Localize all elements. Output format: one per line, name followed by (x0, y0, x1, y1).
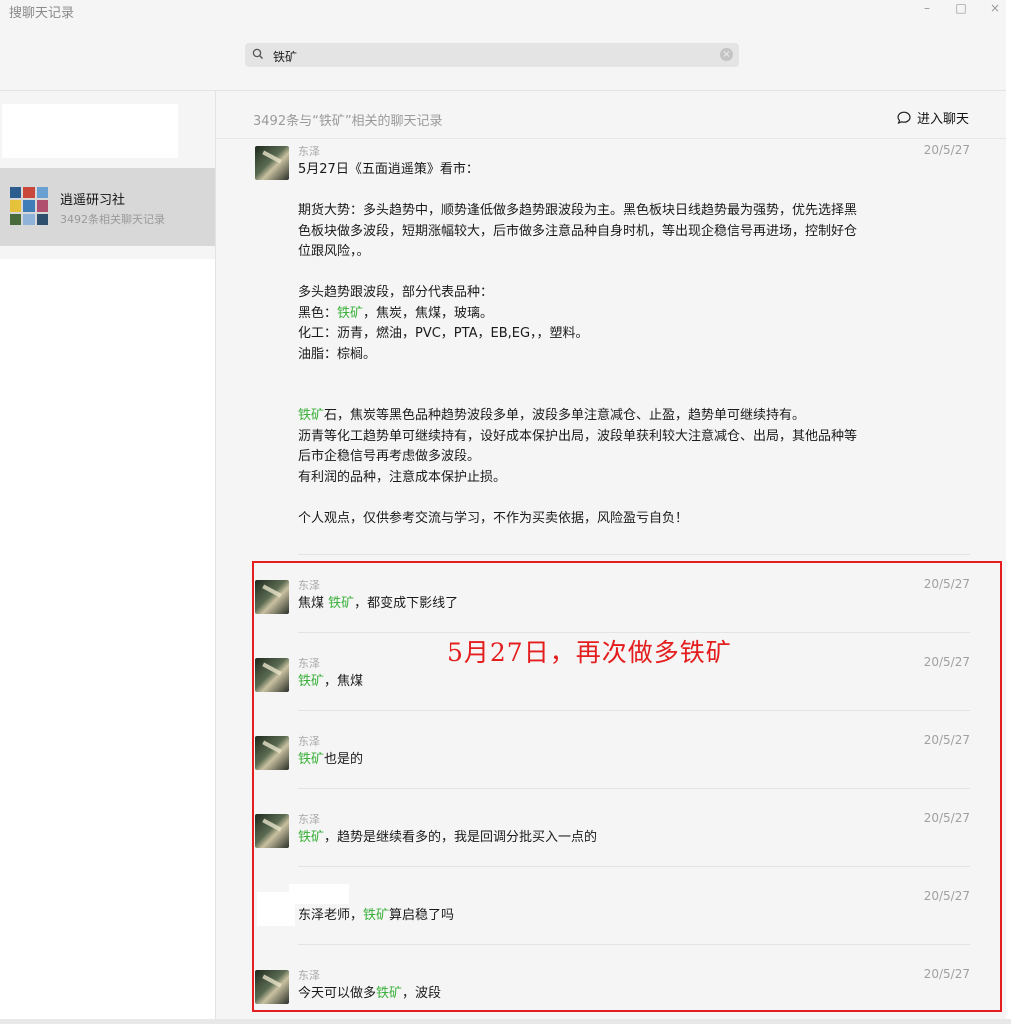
message-date: 20/5/27 (923, 889, 970, 903)
line-text: ，都变成下影线了 (354, 596, 459, 611)
message-item[interactable]: 东泽 20/5/27 今天可以做多铁矿，波段 (254, 967, 970, 1017)
message-line: 位跟风险，。 (298, 244, 370, 259)
sidebar-empty-area (0, 259, 215, 1024)
message-sender: 东泽 (298, 579, 320, 592)
divider (298, 710, 970, 711)
message-item[interactable]: 东泽 20/5/27 铁矿，趋势是继续看多的，我是回调分批买入一点的 (254, 811, 970, 861)
line-text: 算启稳了吗 (389, 908, 455, 923)
message-date: 20/5/27 (923, 577, 970, 591)
search-box[interactable]: × (245, 43, 739, 67)
message-text: 铁矿，趋势是继续看多的，我是回调分批买入一点的 (298, 828, 910, 849)
avatar (255, 736, 289, 770)
keyword-highlight: 铁矿 (337, 305, 364, 321)
group-name: 逍遥研习社 (60, 193, 126, 208)
keyword-highlight: 铁矿 (298, 830, 325, 845)
message-line: 5月27日《五面逍遥策》看市： (298, 162, 479, 177)
chat-bubble-icon (897, 111, 911, 124)
message-line: 有利润的品种，注意成本保护止损。 (298, 469, 507, 485)
line-text: 黑色： (298, 305, 338, 321)
message-date: 20/5/27 (923, 967, 970, 981)
message-line: 铁矿石，焦炭等黑色品种趋势波段多单，波段多单注意减仓、止盈，趋势单可继续持有。 (298, 406, 910, 427)
divider (298, 554, 970, 555)
enter-chat-button[interactable]: 进入聊天 (896, 108, 969, 127)
message-line: 色板块做多波段，短期涨幅较大，后市做多注意品种自身时机，等出现企稳信号再进场，控… (298, 223, 858, 239)
window-edge (1006, 0, 1011, 1024)
sidebar-item-group[interactable]: 逍遥研习社 3492条相关聊天记录 (0, 168, 215, 246)
maximize-button[interactable]: □ (953, 0, 969, 16)
message-text: 东泽老师，铁矿算启稳了吗 (298, 906, 910, 927)
divider (298, 866, 970, 867)
message-date: 20/5/27 (923, 655, 970, 669)
message-date: 20/5/27 (923, 811, 970, 825)
bottom-edge (0, 1019, 1011, 1024)
message-line: 后市企稳信号再考虑做多波段。 (298, 449, 481, 464)
message-sender: 东泽 (298, 657, 320, 670)
search-icon (252, 48, 263, 59)
message-sender: 东泽 (298, 813, 320, 826)
avatar (255, 970, 289, 1004)
group-avatar-icon (10, 187, 48, 225)
message-item[interactable]: 东泽 20/5/27 5月27日《五面逍遥策》看市： 期货大势：多头趋势中，顺势… (254, 143, 970, 538)
group-match-count: 3492条相关聊天记录 (60, 213, 165, 226)
keyword-highlight: 铁矿 (298, 674, 325, 689)
message-text: 铁矿，焦煤 (298, 672, 910, 693)
search-input[interactable] (271, 45, 715, 67)
redacted-area (2, 104, 178, 158)
message-item[interactable]: 东泽 20/5/27 铁矿也是的 (254, 733, 970, 783)
keyword-highlight: 铁矿 (328, 596, 355, 611)
message-sender: 东泽 (298, 145, 320, 158)
avatar (255, 580, 289, 614)
message-line: 多头趋势跟波段，部分代表品种： (298, 285, 494, 300)
results-panel: 3492条与“铁矿”相关的聊天记录 进入聊天 东泽 20/5/27 5月27日《… (216, 91, 1006, 1024)
title-bar: 搜聊天记录 – □ × × (0, 0, 1011, 91)
minimize-button[interactable]: – (919, 0, 935, 16)
message-text: 5月27日《五面逍遥策》看市： 期货大势：多头趋势中，顺势逢低做多趋势跟波段为主… (298, 160, 910, 529)
line-text: ，焦炭，焦煤，玻璃。 (363, 305, 494, 321)
keyword-highlight: 铁矿 (376, 986, 403, 1001)
enter-chat-label: 进入聊天 (916, 112, 969, 127)
results-count: 3492条与“铁矿”相关的聊天记录 (253, 114, 443, 129)
message-line: 化工：沥青，燃油，PVC，PTA，EB,EG，，塑料。 (298, 326, 589, 341)
divider (298, 944, 970, 945)
message-line: 期货大势：多头趋势中，顺势逢低做多趋势跟波段为主。黑色板块日线趋势最为强势，优先… (298, 203, 858, 218)
message-line: 沥青等化工趋势单可继续持有，设好成本保护出局，波段单获利较大注意减仓、出局，其他… (298, 428, 858, 444)
line-text: ，焦煤 (324, 674, 364, 689)
line-text: ，趋势是继续看多的，我是回调分批买入一点的 (324, 830, 598, 845)
message-item[interactable]: 东泽 20/5/27 焦煤 铁矿，都变成下影线了 (254, 577, 970, 627)
line-text: 焦煤 (298, 596, 329, 611)
window-controls: – □ × (919, 0, 1003, 16)
clear-search-button[interactable]: × (720, 48, 733, 61)
message-text: 铁矿也是的 (298, 750, 910, 771)
avatar (255, 658, 289, 692)
line-text: 东泽老师， (298, 908, 364, 923)
divider (298, 788, 970, 789)
keyword-highlight: 铁矿 (298, 408, 325, 423)
annotation-text: 5月27日，再次做多铁矿 (447, 638, 732, 667)
window-title: 搜聊天记录 (9, 6, 75, 21)
keyword-highlight: 铁矿 (363, 908, 390, 923)
line-text: 也是的 (324, 752, 364, 767)
avatar (255, 814, 289, 848)
message-line: 黑色：铁矿，焦炭，焦煤，玻璃。 (298, 304, 910, 325)
line-text: 今天可以做多 (298, 986, 377, 1001)
message-sender: 东泽 (298, 735, 320, 748)
avatar (255, 146, 289, 180)
message-item[interactable]: 20/5/27 东泽老师，铁矿算启稳了吗 (254, 884, 970, 939)
close-button[interactable]: × (987, 0, 1003, 16)
sidebar: 逍遥研习社 3492条相关聊天记录 (0, 91, 216, 1024)
message-line: 个人观点，仅供参考交流与学习，不作为买卖依据，风险盈亏自负！ (298, 510, 689, 526)
message-date: 20/5/27 (923, 143, 970, 157)
redacted-sender (289, 884, 349, 904)
message-line: 油脂：棕榈。 (298, 346, 377, 362)
message-date: 20/5/27 (923, 733, 970, 747)
results-header: 3492条与“铁矿”相关的聊天记录 进入聊天 (216, 91, 1006, 139)
message-text: 焦煤 铁矿，都变成下影线了 (298, 594, 910, 615)
line-text: ，波段 (402, 986, 442, 1001)
message-sender: 东泽 (298, 969, 320, 982)
message-text: 今天可以做多铁矿，波段 (298, 984, 910, 1005)
keyword-highlight: 铁矿 (298, 752, 325, 767)
line-text: 石，焦炭等黑色品种趋势波段多单，波段多单注意减仓、止盈，趋势单可继续持有。 (324, 408, 806, 423)
